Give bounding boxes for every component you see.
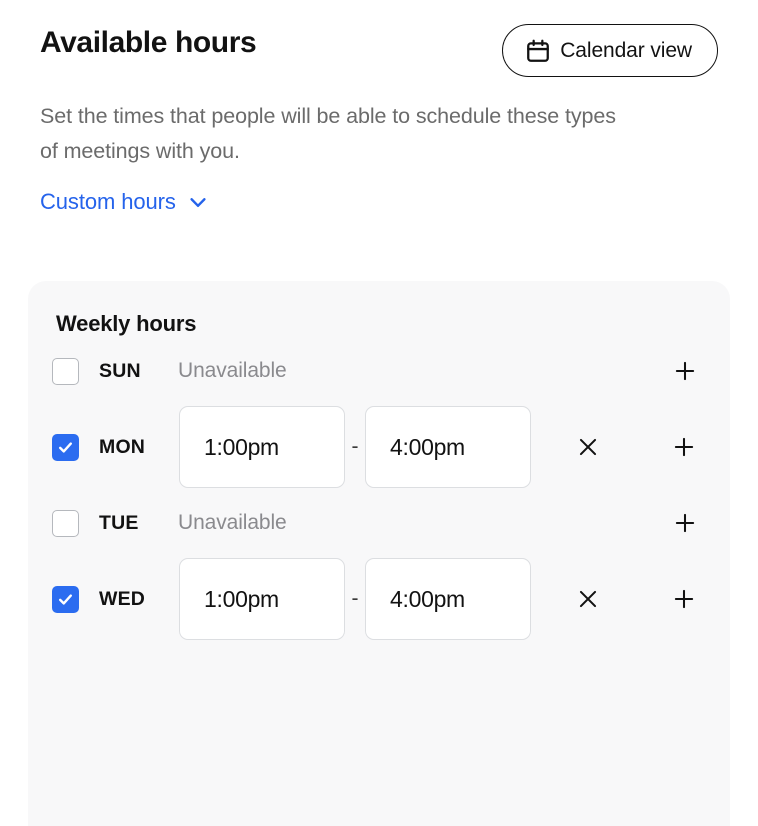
day-availability-checkbox[interactable] [52, 509, 79, 537]
chevron-down-icon [187, 191, 209, 213]
end-time-input[interactable]: 4:00pm [365, 406, 531, 488]
add-time-range-button[interactable] [668, 506, 702, 540]
start-time-input[interactable]: 1:00pm [179, 406, 345, 488]
start-time-input[interactable]: 1:00pm [179, 558, 345, 640]
day-availability-checkbox[interactable] [52, 585, 79, 613]
end-time-input[interactable]: 4:00pm [365, 558, 531, 640]
range-separator: - [351, 587, 359, 610]
day-label: WED [99, 587, 146, 610]
remove-time-range-button[interactable] [571, 582, 605, 616]
day-row: SUN Unavailable [28, 343, 730, 399]
page-description: Set the times that people will be able t… [40, 104, 616, 163]
day-row: MON 1:00pm - 4:00pm [28, 399, 730, 495]
range-separator: - [351, 435, 359, 458]
weekly-hours-panel: Weekly hours SUN Unavailable MON 1:00pm … [28, 281, 730, 826]
calendar-icon [525, 38, 551, 64]
day-row: TUE Unavailable [28, 495, 730, 551]
time-range-group: 1:00pm - 4:00pm [179, 558, 531, 640]
day-availability-checkbox[interactable] [52, 433, 79, 461]
day-row: WED 1:00pm - 4:00pm [28, 551, 730, 647]
page-title: Available hours [40, 26, 257, 59]
time-range-group: 1:00pm - 4:00pm [179, 406, 531, 488]
day-availability-checkbox[interactable] [52, 357, 79, 385]
add-time-range-button[interactable] [668, 354, 702, 388]
weekly-hours-rows: SUN Unavailable MON 1:00pm - 4:00pm TUE … [28, 343, 730, 647]
custom-hours-label: Custom hours [40, 189, 176, 214]
calendar-view-button[interactable]: Calendar view [502, 24, 718, 77]
weekly-hours-title: Weekly hours [56, 311, 197, 336]
calendar-view-label: Calendar view [560, 38, 692, 62]
header: Available hours Calendar view [0, 0, 758, 77]
add-time-range-button[interactable] [667, 430, 701, 464]
day-label: TUE [99, 511, 139, 534]
unavailable-text: Unavailable [178, 359, 287, 382]
add-time-range-button[interactable] [667, 582, 701, 616]
remove-time-range-button[interactable] [571, 430, 605, 464]
unavailable-text: Unavailable [178, 511, 287, 534]
day-label: MON [99, 435, 146, 458]
day-label: SUN [99, 359, 141, 382]
custom-hours-dropdown[interactable]: Custom hours [40, 189, 209, 215]
